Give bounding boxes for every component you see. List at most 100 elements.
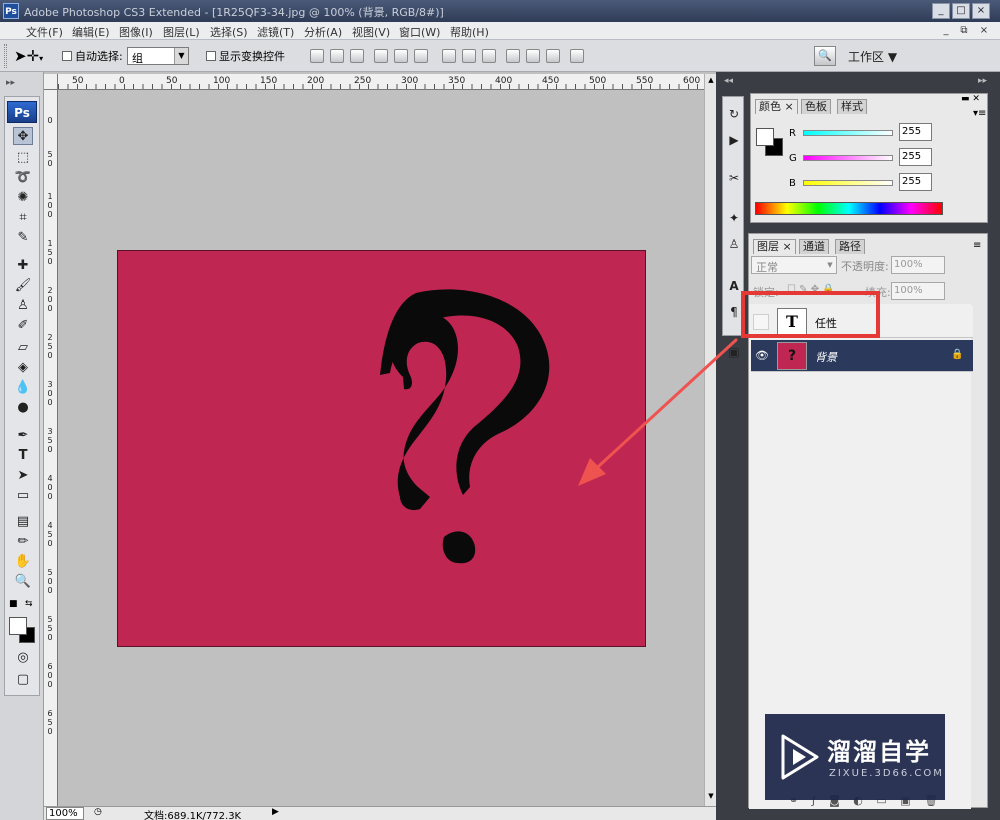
history-panel-icon[interactable]: ↻ bbox=[725, 105, 743, 123]
workspace-button[interactable]: 工作区 ▼ bbox=[848, 48, 897, 65]
blue-value-field[interactable]: 255 bbox=[899, 173, 932, 191]
opacity-field[interactable]: 100% bbox=[891, 256, 945, 274]
green-value-field[interactable]: 255 bbox=[899, 148, 932, 166]
healing-brush-tool-icon[interactable]: ✚ bbox=[13, 257, 33, 275]
dodge-tool-icon[interactable]: ● bbox=[13, 399, 33, 417]
align-left-button[interactable] bbox=[374, 49, 388, 63]
brushes-panel-icon[interactable]: ✦ bbox=[725, 209, 743, 227]
red-value-field[interactable]: 255 bbox=[899, 123, 932, 141]
layer-name[interactable]: 背景 bbox=[815, 349, 837, 365]
align-top-button[interactable] bbox=[310, 49, 324, 63]
panel-minimize-icon[interactable]: ▬ ✕ bbox=[961, 94, 980, 104]
actions-panel-icon[interactable]: ▶ bbox=[725, 131, 743, 149]
menu-analysis[interactable]: 分析(A) bbox=[304, 24, 342, 40]
red-slider[interactable] bbox=[803, 130, 893, 136]
menu-window[interactable]: 窗口(W) bbox=[399, 24, 440, 40]
align-vcenter-button[interactable] bbox=[330, 49, 344, 63]
auto-align-button[interactable] bbox=[570, 49, 584, 63]
move-tool-icon[interactable]: ✥ bbox=[13, 127, 33, 145]
distribute-bottom-button[interactable] bbox=[482, 49, 496, 63]
scroll-up-icon[interactable]: ▲ bbox=[706, 76, 716, 86]
collapse-dock-icon[interactable]: ◂◂ bbox=[724, 76, 733, 86]
tab-layers[interactable]: 图层 × bbox=[753, 239, 796, 254]
panel-menu-icon[interactable]: ▾≡ bbox=[973, 108, 986, 119]
path-selection-tool-icon[interactable]: ➤ bbox=[13, 467, 33, 485]
foreground-color-swatch[interactable] bbox=[9, 617, 27, 635]
default-colors-icon[interactable]: ■ bbox=[9, 599, 18, 609]
close-icon[interactable]: × bbox=[785, 100, 794, 113]
fill-field[interactable]: 100% bbox=[891, 282, 945, 300]
layer-row-background[interactable]: 👁 ? 背景 🔒 bbox=[751, 340, 973, 372]
menu-filter[interactable]: 滤镜(T) bbox=[257, 24, 294, 40]
zoom-tool-icon[interactable]: 🔍 bbox=[13, 573, 33, 591]
history-brush-tool-icon[interactable]: ✐ bbox=[13, 317, 33, 335]
foreground-color-swatch[interactable] bbox=[756, 128, 774, 146]
eraser-tool-icon[interactable]: ▱ bbox=[13, 339, 33, 357]
bridge-button[interactable]: 🔍 bbox=[814, 46, 836, 66]
type-tool-icon[interactable]: T bbox=[13, 447, 33, 465]
maximize-button[interactable]: □ bbox=[952, 3, 970, 19]
close-icon[interactable]: × bbox=[783, 240, 792, 253]
quick-mask-icon[interactable]: ◎ bbox=[13, 649, 33, 667]
distribute-vcenter-button[interactable] bbox=[462, 49, 476, 63]
screen-mode-icon[interactable]: ▢ bbox=[13, 671, 33, 689]
vertical-ruler[interactable]: 0 5 0 1 0 0 1 5 0 2 0 0 2 5 0 3 0 0 3 5 … bbox=[44, 90, 58, 806]
status-options-icon[interactable]: ◷ bbox=[94, 807, 106, 819]
blend-mode-dropdown[interactable]: 正常 ▼ bbox=[751, 256, 837, 274]
scroll-down-icon[interactable]: ▼ bbox=[706, 792, 716, 802]
hand-tool-icon[interactable]: ✋ bbox=[13, 553, 33, 571]
blur-tool-icon[interactable]: 💧 bbox=[13, 379, 33, 397]
doc-restore-button[interactable]: ⧉ bbox=[956, 24, 972, 38]
align-bottom-button[interactable] bbox=[350, 49, 364, 63]
menu-select[interactable]: 选择(S) bbox=[210, 24, 248, 40]
menu-edit[interactable]: 编辑(E) bbox=[72, 24, 110, 40]
tab-styles[interactable]: 样式 bbox=[837, 99, 867, 114]
tab-color[interactable]: 颜色 × bbox=[755, 99, 798, 114]
pen-tool-icon[interactable]: ✒ bbox=[13, 427, 33, 445]
menu-view[interactable]: 视图(V) bbox=[352, 24, 390, 40]
align-right-button[interactable] bbox=[414, 49, 428, 63]
tab-paths[interactable]: 路径 bbox=[835, 239, 865, 254]
menu-image[interactable]: 图像(I) bbox=[119, 24, 153, 40]
swap-colors-icon[interactable]: ⇆ bbox=[25, 599, 33, 609]
distribute-top-button[interactable] bbox=[442, 49, 456, 63]
tab-swatches[interactable]: 色板 bbox=[801, 99, 831, 114]
doc-minimize-button[interactable]: _ bbox=[938, 24, 954, 38]
collapse-toolbox-icon[interactable]: ▸▸ bbox=[6, 78, 15, 88]
blue-slider[interactable] bbox=[803, 180, 893, 186]
show-transform-checkbox[interactable] bbox=[206, 51, 216, 61]
distribute-left-button[interactable] bbox=[506, 49, 520, 63]
distribute-hcenter-button[interactable] bbox=[526, 49, 540, 63]
expand-dock-icon[interactable]: ▸▸ bbox=[978, 76, 987, 86]
panel-menu-icon[interactable]: ≡ bbox=[973, 240, 981, 251]
crop-tool-icon[interactable]: ⌗ bbox=[13, 209, 33, 227]
align-hcenter-button[interactable] bbox=[394, 49, 408, 63]
marquee-tool-icon[interactable]: ⬚ bbox=[13, 149, 33, 167]
eyedropper-tool-icon[interactable]: ✏ bbox=[13, 533, 33, 551]
menu-help[interactable]: 帮助(H) bbox=[450, 24, 489, 40]
menu-layer[interactable]: 图层(L) bbox=[163, 24, 200, 40]
distribute-right-button[interactable] bbox=[546, 49, 560, 63]
options-grip[interactable] bbox=[4, 44, 7, 68]
green-slider[interactable] bbox=[803, 155, 893, 161]
close-button[interactable]: × bbox=[972, 3, 990, 19]
color-spectrum-bar[interactable] bbox=[755, 202, 943, 215]
shape-tool-icon[interactable]: ▭ bbox=[13, 487, 33, 505]
menu-file[interactable]: 文件(F) bbox=[26, 24, 63, 40]
slice-tool-icon[interactable]: ✎ bbox=[13, 229, 33, 247]
magic-wand-tool-icon[interactable]: ✺ bbox=[13, 189, 33, 207]
horizontal-ruler[interactable]: 50 0 50 100 150 200 250 300 350 400 450 … bbox=[58, 74, 704, 90]
minimize-button[interactable]: _ bbox=[932, 3, 950, 19]
tool-presets-icon[interactable]: ✂ bbox=[725, 169, 743, 187]
lasso-tool-icon[interactable]: ➰ bbox=[13, 169, 33, 187]
notes-tool-icon[interactable]: ▤ bbox=[13, 513, 33, 531]
zoom-field[interactable]: 100% bbox=[46, 807, 84, 820]
move-tool-preset-button[interactable]: ➤✛▾ bbox=[14, 46, 50, 66]
status-menu-icon[interactable]: ▶ bbox=[272, 807, 279, 817]
tab-channels[interactable]: 通道 bbox=[799, 239, 829, 254]
auto-select-checkbox[interactable] bbox=[62, 51, 72, 61]
brush-tool-icon[interactable]: 🖌 bbox=[13, 277, 33, 295]
paint-bucket-tool-icon[interactable]: ◈ bbox=[13, 359, 33, 377]
auto-select-dropdown[interactable]: 组 ▼ bbox=[127, 47, 189, 65]
ruler-origin[interactable] bbox=[44, 74, 58, 90]
